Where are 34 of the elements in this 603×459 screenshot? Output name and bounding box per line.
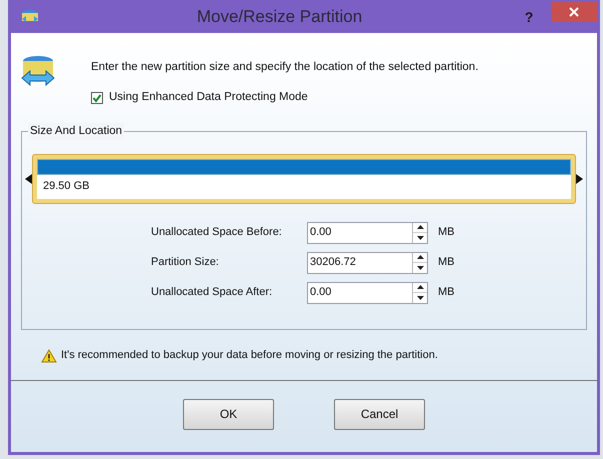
down-arrow-icon: [416, 236, 424, 240]
warning-icon: [41, 348, 57, 362]
decrement-button[interactable]: [413, 232, 427, 242]
close-button[interactable]: [551, 2, 597, 22]
partition-size-label: 29.50 GB: [43, 179, 90, 194]
down-arrow-icon: [416, 296, 424, 300]
help-button[interactable]: ?: [519, 6, 539, 26]
field-label: Unallocated Space Before:: [151, 225, 283, 240]
unit-label: MB: [438, 225, 454, 240]
decrement-button[interactable]: [413, 262, 427, 272]
check-icon: [92, 92, 102, 103]
field-label: Unallocated Space After:: [151, 285, 274, 300]
unit-label: MB: [438, 255, 454, 270]
up-arrow-icon: [416, 255, 424, 260]
number-spinner[interactable]: 30206.72: [307, 252, 428, 274]
number-spinner[interactable]: 0.00: [307, 282, 428, 304]
up-arrow-icon: [416, 225, 424, 230]
warning-text: It's recommended to backup your data before moving or resizing the partition.: [61, 348, 438, 364]
number-spinner[interactable]: 0.00: [307, 222, 428, 244]
unit-label: MB: [438, 285, 454, 300]
close-icon: [569, 7, 579, 17]
field-label: Partition Size:: [151, 255, 220, 270]
dialog-button[interactable]: Cancel: [334, 398, 425, 430]
up-arrow-icon: [416, 285, 424, 290]
decrement-button[interactable]: [413, 292, 427, 302]
description-text: Enter the new partition size and specify the location of the selected partition.: [91, 60, 478, 75]
down-arrow-icon: [416, 266, 424, 270]
dialog-button[interactable]: OK: [183, 398, 274, 430]
partition-resize-icon: [21, 54, 55, 86]
protect-mode-label: Using Enhanced Data Protecting Mode: [109, 90, 308, 106]
group-title: Size And Location: [28, 122, 124, 140]
partition-app-icon: [20, 8, 40, 24]
protect-mode-checkbox[interactable]: [91, 92, 103, 104]
window-title: Move/Resize Partition: [196, 6, 364, 28]
